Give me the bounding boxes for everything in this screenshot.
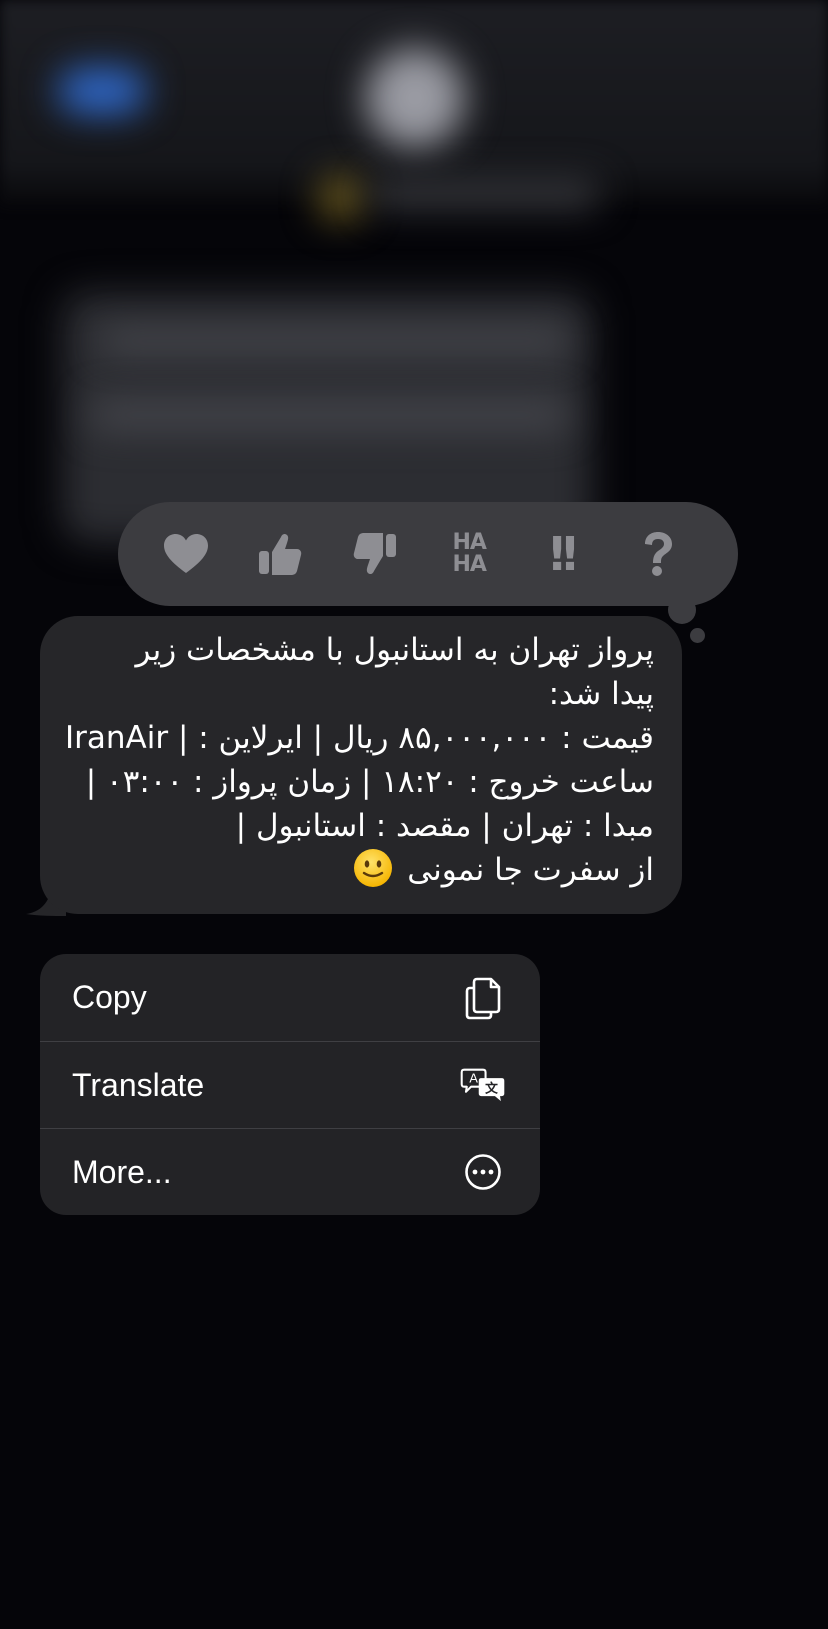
- more-menu-item[interactable]: More...: [40, 1128, 540, 1215]
- reaction-emphasize-button[interactable]: !!: [522, 512, 606, 596]
- question-mark-icon: [644, 532, 672, 576]
- blurred-contact-name: [370, 180, 600, 208]
- reaction-question-button[interactable]: [616, 512, 700, 596]
- message-line: پرواز تهران به استانبول با مشخصات زیر: [135, 632, 654, 668]
- reaction-heart-button[interactable]: [144, 512, 228, 596]
- context-menu: Copy Translate A 文 More...: [40, 954, 540, 1215]
- blurred-contact-badge: [318, 175, 364, 221]
- thumbs-up-icon: [259, 533, 302, 575]
- copy-icon: [460, 975, 506, 1021]
- copy-label: Copy: [72, 979, 147, 1015]
- message-line: پیدا شد:: [548, 676, 654, 712]
- ellipsis-circle-icon: [460, 1149, 506, 1195]
- reaction-thumbs-down-button[interactable]: [333, 512, 417, 596]
- thumbs-down-icon: [353, 533, 396, 575]
- blurred-message-line: [90, 400, 570, 430]
- more-label: More...: [72, 1153, 172, 1190]
- tapback-tail-dot-small: [690, 628, 705, 643]
- reaction-haha-button[interactable]: HA HA: [427, 512, 511, 596]
- message-line: مبدا : تهران | مقصد : استانبول |: [235, 808, 654, 844]
- translate-menu-item[interactable]: Translate A 文: [40, 1041, 540, 1128]
- blurred-avatar: [365, 48, 465, 148]
- message-line: قیمت : ۸۵,۰۰۰,۰۰۰ ریال | ایرلاین : IranA…: [65, 720, 654, 756]
- copy-menu-item[interactable]: Copy: [40, 954, 540, 1041]
- translate-icon: A 文: [460, 1062, 506, 1108]
- slightly-smiling-face-icon: [354, 849, 393, 887]
- message-bubble[interactable]: پرواز تهران به استانبول با مشخصات زیر پی…: [40, 616, 682, 914]
- message-line: ساعت خروج : ۱۸:۲۰ | زمان پرواز : ۰۳:۰۰ |: [85, 764, 654, 800]
- reaction-thumbs-up-button[interactable]: [238, 512, 322, 596]
- double-exclamation-icon: !!: [546, 527, 581, 581]
- tapback-bar: HA HA !!: [118, 502, 738, 606]
- svg-text:文: 文: [485, 1081, 498, 1097]
- tapback-tail-dot: [668, 596, 696, 624]
- message-text: پرواز تهران به استانبول با مشخصات زیر پی…: [64, 628, 654, 892]
- message-line: از سفرت جا نمونی: [64, 848, 654, 892]
- haha-icon: HA HA: [452, 530, 486, 577]
- svg-text:A: A: [469, 1071, 478, 1086]
- blurred-back-button: [58, 68, 146, 114]
- translate-label: Translate: [72, 1066, 205, 1103]
- heart-icon: [164, 534, 208, 573]
- blurred-message-line: [100, 330, 570, 352]
